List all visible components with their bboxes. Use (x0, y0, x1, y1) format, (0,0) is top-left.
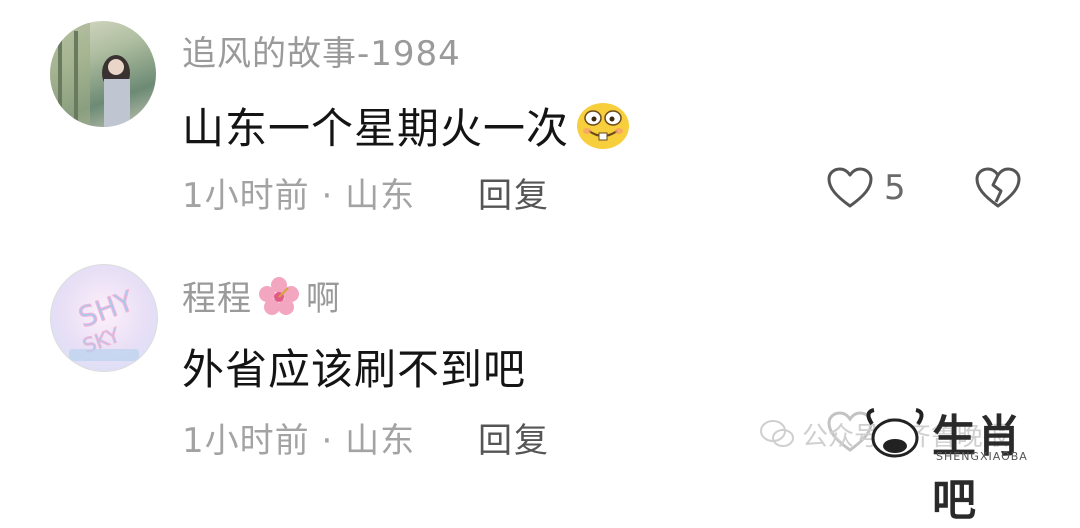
logo-text: 生肖吧 (932, 411, 1022, 526)
avatar-image: SHY SKY (69, 283, 139, 361)
logo-subtext: SHENGXIAOBA (936, 450, 1028, 463)
broken-heart-icon (975, 167, 1021, 208)
cow-logo-icon (866, 408, 924, 458)
reply-label: 回复 (478, 176, 550, 216)
username-text: 程程 (182, 279, 252, 319)
location: 山东 (345, 421, 416, 461)
dislike-button[interactable] (974, 166, 1022, 214)
avatar-image (50, 21, 130, 127)
username[interactable]: 程程 啊 (182, 271, 341, 320)
username-suffix: 啊 (306, 279, 341, 319)
watermark: 公众号 · 齐鲁晚报 生肖吧 SHENGXIAOBA (760, 404, 1060, 526)
comment-text: 外省应该刷不到吧 (182, 336, 526, 397)
location: 山东 (345, 176, 416, 216)
like-count: 5 (884, 168, 906, 208)
avatar[interactable] (50, 21, 156, 127)
comment-meta: 1小时前 · 山东 (182, 413, 415, 462)
avatar[interactable]: SHY SKY (50, 264, 158, 372)
comment-item: 追风的故事-1984 山东一个星期火一次 1小时前 · 山东 回复 5 (0, 0, 1080, 245)
timestamp: 1小时前 (182, 421, 310, 461)
like-button[interactable]: 5 (826, 166, 906, 210)
reply-label: 回复 (478, 421, 550, 461)
meta-separator: · (321, 421, 334, 461)
grinning-buck-teeth-emoji (577, 102, 630, 149)
reply-button[interactable]: 回复 (478, 168, 550, 217)
comment-text-content: 外省应该刷不到吧 (182, 345, 527, 394)
username[interactable]: 追风的故事-1984 (182, 26, 461, 75)
comment-meta: 1小时前 · 山东 (182, 168, 415, 217)
username-text: 追风的故事-1984 (182, 34, 461, 74)
hibiscus-icon (259, 276, 299, 315)
heart-icon (827, 167, 873, 208)
comment-text-content: 山东一个星期火一次 (182, 104, 570, 153)
wechat-icon (760, 420, 794, 447)
timestamp: 1小时前 (182, 176, 310, 216)
reply-button[interactable]: 回复 (478, 413, 550, 462)
meta-separator: · (321, 176, 334, 216)
comment-text: 山东一个星期火一次 (182, 95, 631, 156)
